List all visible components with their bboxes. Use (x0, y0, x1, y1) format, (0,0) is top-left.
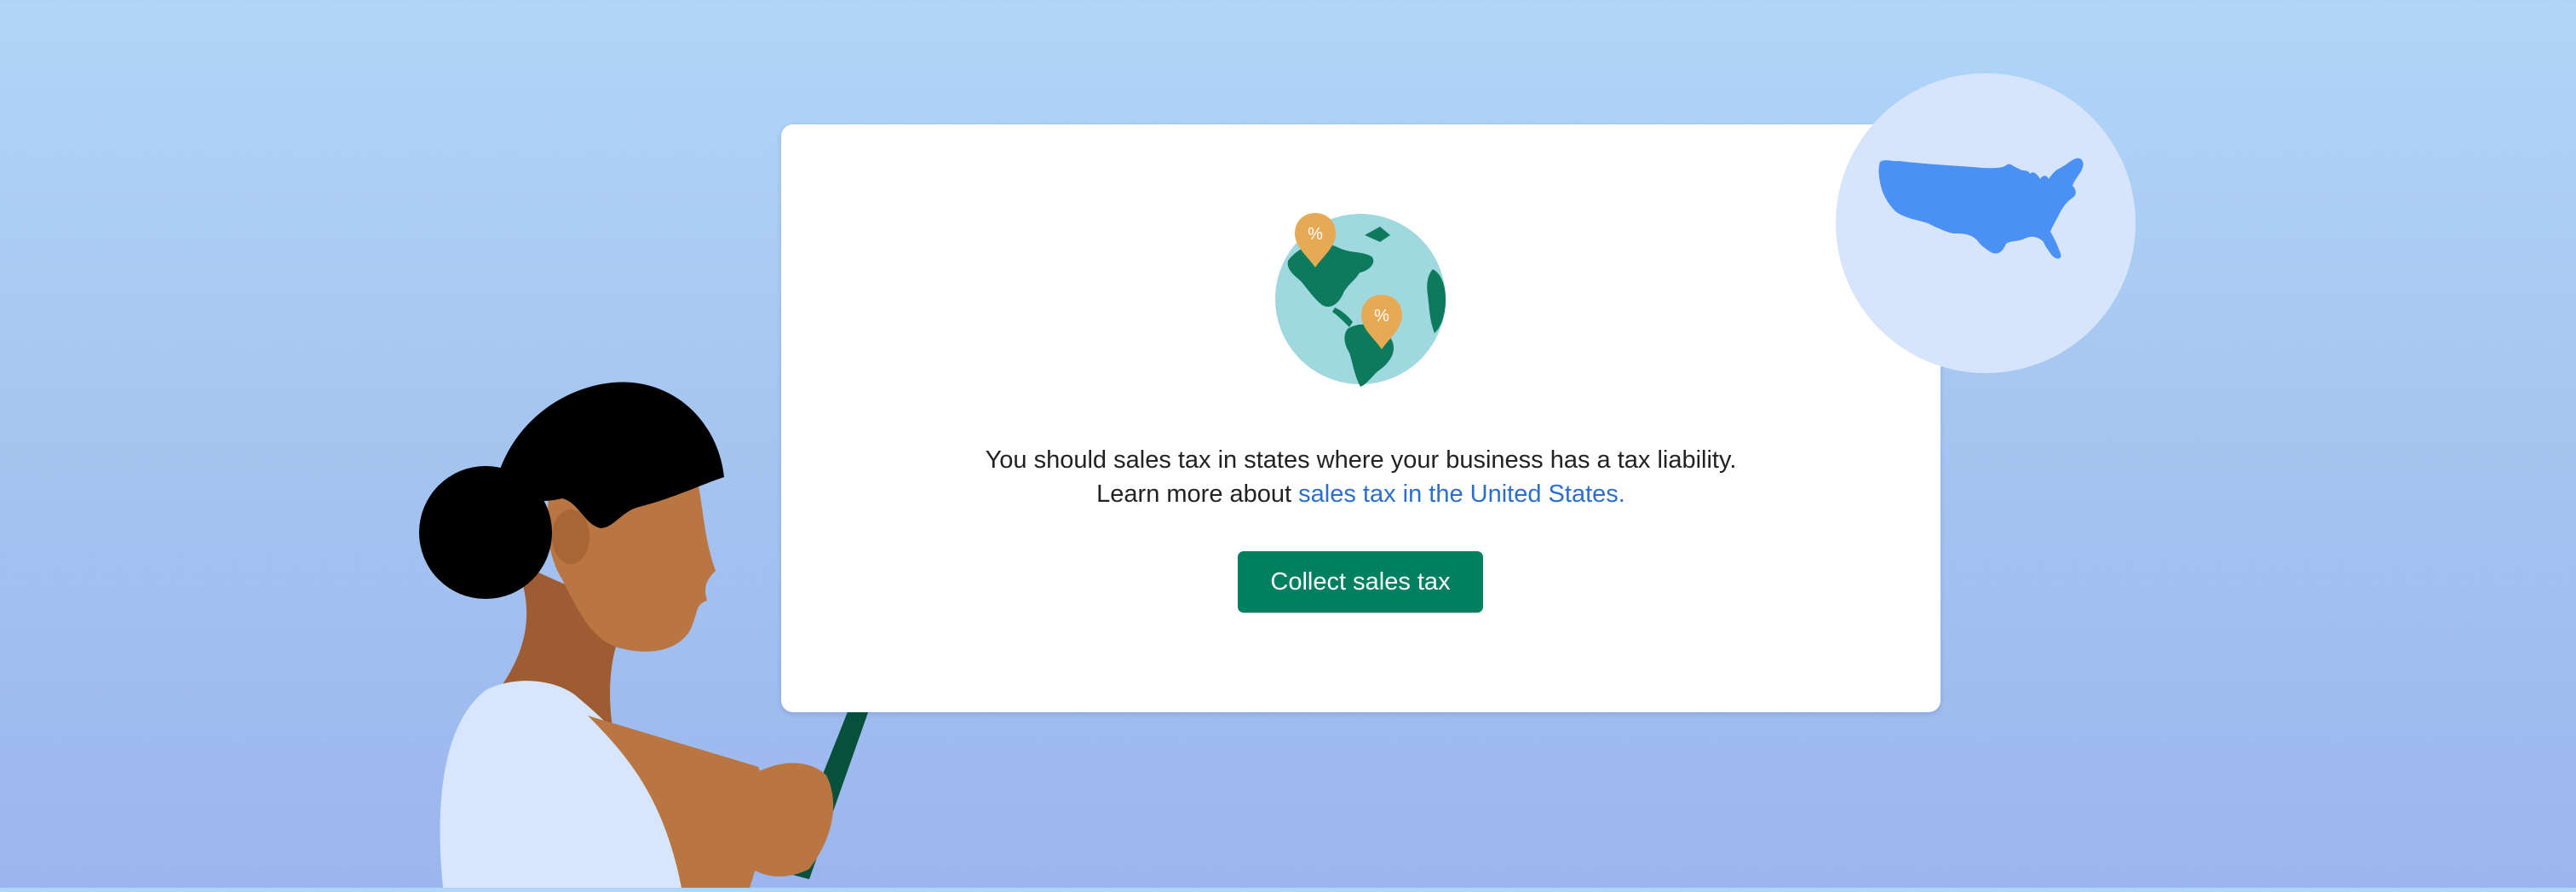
usa-map-icon (1836, 73, 2136, 373)
message-line-2: Learn more about sales tax in the United… (781, 477, 1941, 511)
learn-more-prefix: Learn more about (1096, 481, 1299, 508)
globe-tax-icon: % % (1271, 210, 1450, 388)
svg-text:%: % (1308, 225, 1323, 244)
sales-tax-link[interactable]: sales tax in the United States. (1298, 481, 1625, 508)
message-line-1: You should sales tax in states where you… (985, 446, 1737, 474)
svg-text:%: % (1374, 307, 1389, 325)
sales-tax-card: % % You should sales tax in states where… (781, 124, 1941, 712)
collect-sales-tax-button[interactable]: Collect sales tax (1238, 551, 1483, 613)
sales-tax-message: You should sales tax in states where you… (781, 443, 1941, 511)
